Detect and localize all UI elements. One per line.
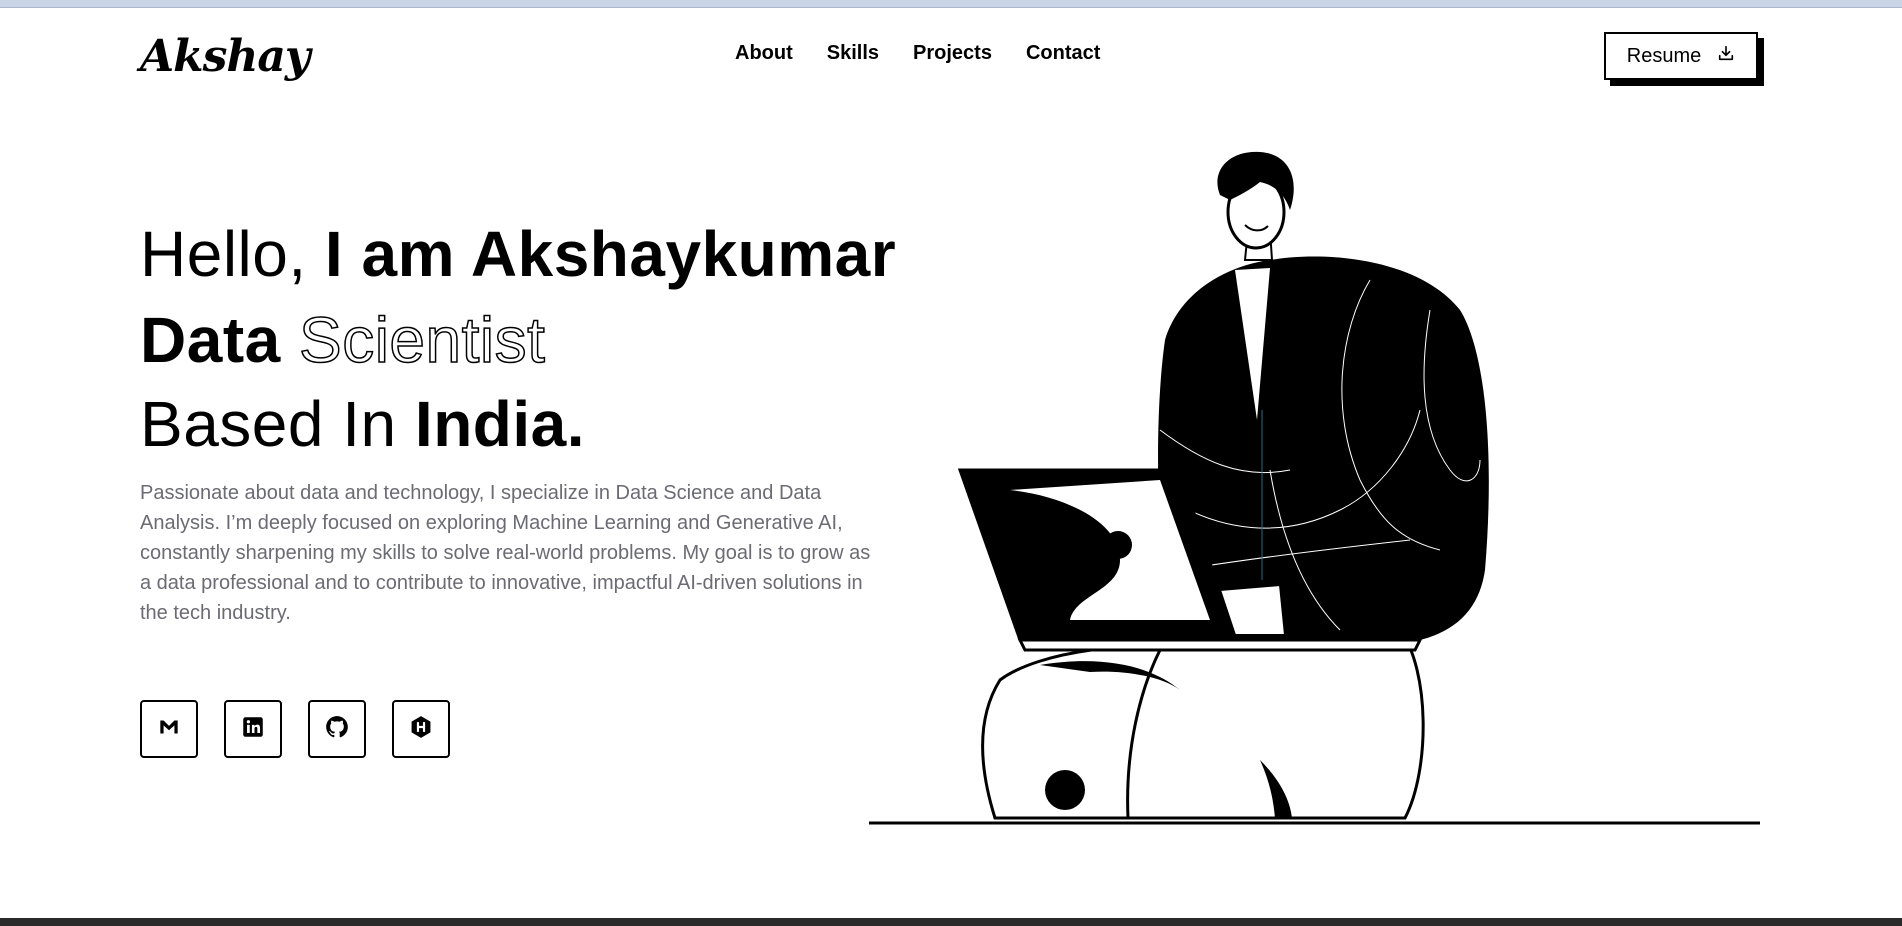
- hero-location: India.: [414, 388, 586, 460]
- linkedin-link[interactable]: [224, 700, 282, 758]
- social-links: [140, 700, 450, 758]
- nav-link-contact[interactable]: Contact: [1026, 42, 1100, 65]
- browser-top-strip: [0, 0, 1902, 8]
- github-icon: [324, 714, 350, 744]
- hero-description: Passionate about data and technology, I …: [140, 482, 871, 624]
- resume-label: Resume: [1626, 44, 1702, 67]
- hero-role-outline: Scientist: [298, 303, 546, 377]
- gmail-icon: [156, 714, 182, 744]
- main-nav: About Skills Projects Contact: [735, 42, 1100, 65]
- hero-line-greeting: Hello, I am Akshaykumar: [140, 216, 896, 292]
- nav-link-about[interactable]: About: [735, 42, 793, 65]
- resume-button-wrapper: Resume: [1604, 32, 1764, 86]
- page-bottom-strip: [0, 918, 1902, 926]
- hero-greeting: Hello,: [140, 218, 325, 290]
- hero-location-prefix: Based In: [140, 388, 415, 460]
- hero-line-location: Based In India.: [140, 386, 585, 462]
- hero-line-role: Data Scientist: [140, 302, 546, 378]
- github-link[interactable]: [308, 700, 366, 758]
- nav-link-projects[interactable]: Projects: [913, 42, 992, 65]
- download-icon: [1717, 44, 1735, 68]
- hackerrank-icon: [408, 714, 434, 744]
- hero-illustration: [869, 151, 1760, 825]
- hero-role-bold: Data: [140, 304, 281, 376]
- linkedin-icon: [240, 714, 266, 744]
- hero-name: I am Akshaykumar: [324, 218, 897, 290]
- hackerrank-link[interactable]: [392, 700, 450, 758]
- resume-button[interactable]: Resume: [1604, 32, 1758, 80]
- legs-illustration: [981, 624, 1425, 820]
- site-logo[interactable]: Akshay: [140, 30, 310, 84]
- gmail-link[interactable]: [140, 700, 198, 758]
- nav-link-skills[interactable]: Skills: [827, 42, 879, 65]
- head-illustration: [1217, 151, 1294, 261]
